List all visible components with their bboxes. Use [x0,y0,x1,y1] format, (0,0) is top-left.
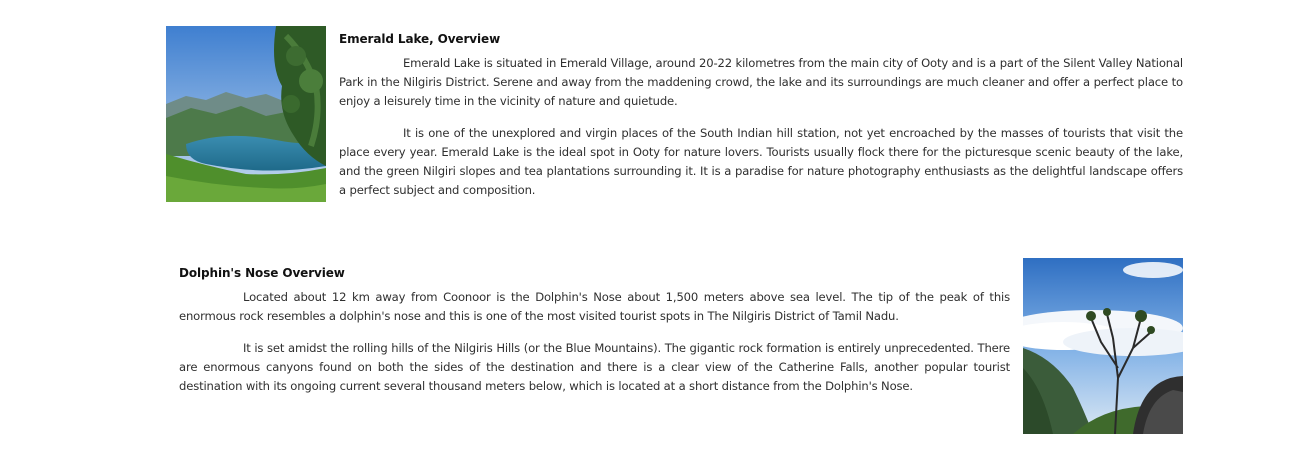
section-paragraph: It is one of the unexplored and virgin p… [339,126,1183,197]
dolphins-nose-section: Dolphin's Nose Overview Located about 12… [179,264,1010,409]
dolphins-nose-image [1023,258,1183,434]
section-paragraph: Emerald Lake is situated in Emerald Vill… [339,56,1183,108]
section-heading: Emerald Lake, Overview [339,32,501,46]
emerald-lake-image [166,26,326,202]
emerald-lake-section: Emerald Lake, Overview Emerald Lake is s… [339,30,1183,213]
section-paragraph: It is set amidst the rolling hills of th… [179,341,1010,393]
section-paragraph: Located about 12 km away from Coonoor is… [179,290,1010,323]
section-heading: Dolphin's Nose Overview [179,266,345,280]
